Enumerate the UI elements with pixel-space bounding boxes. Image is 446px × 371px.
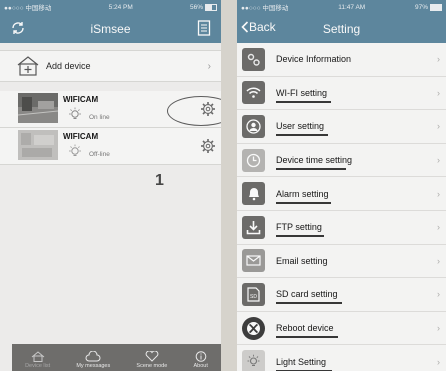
setting-label: Email setting: [276, 255, 328, 266]
setting-label: SD card setting: [276, 289, 437, 305]
setting-label: Reboot device: [276, 323, 437, 339]
refresh-icon: [12, 22, 24, 34]
app-title: iSmsee: [90, 21, 131, 36]
user-icon: [242, 114, 265, 138]
bell-icon: [242, 182, 265, 206]
sd-card-icon: SD: [242, 282, 265, 306]
chevron-left-icon: [241, 21, 249, 33]
status-bar: ●●○○○ 中国移动 11:47 AM 97%: [237, 0, 446, 14]
device-name: WIFICAM: [63, 95, 99, 104]
carrier-label: ●●○○○ 中国移动: [241, 5, 289, 12]
setting-user[interactable]: User setting ›: [237, 110, 446, 144]
battery-icon: [204, 3, 217, 11]
clock-icon: [242, 148, 265, 172]
home-icon: [31, 351, 44, 362]
setting-device-time[interactable]: Device time setting ›: [237, 143, 446, 178]
tab-about[interactable]: About: [193, 351, 208, 371]
setting-sd-card[interactable]: SD SD card setting ›: [237, 278, 446, 312]
cloud-icon: [85, 351, 101, 362]
back-label: Back: [249, 20, 276, 34]
carrier-label: ●●○○○ 中国移动: [4, 5, 52, 12]
setting-screen: ●●○○○ 中国移动 11:47 AM 97% Back Setting Dev…: [237, 0, 446, 371]
chevron-right-icon: ›: [437, 188, 440, 199]
mail-icon: [242, 249, 265, 273]
chevron-right-icon: ›: [207, 60, 211, 72]
chevron-right-icon: ›: [437, 289, 440, 300]
battery-indicator: 97%: [415, 3, 442, 11]
chevron-right-icon: ›: [437, 255, 440, 266]
chevron-right-icon: ›: [437, 356, 440, 367]
back-button[interactable]: Back: [241, 20, 276, 34]
tab-scene-mode[interactable]: Scene mode: [136, 351, 167, 371]
setting-light[interactable]: Light Setting ›: [237, 345, 446, 371]
xbox-icon: [242, 316, 265, 340]
chevron-right-icon: ›: [437, 87, 440, 98]
wifi-icon: [242, 81, 265, 105]
clock: 11:47 AM: [338, 3, 366, 11]
heart-icon: [145, 351, 159, 362]
camera-thumbnail: [18, 93, 58, 123]
setting-label: User setting: [276, 121, 437, 137]
setting-label: WI-FI setting: [276, 88, 437, 103]
setting-label: Device Information: [276, 54, 352, 65]
setting-label: Light Setting: [276, 357, 437, 371]
setting-label: Alarm setting: [276, 189, 437, 204]
camera-thumbnail: [18, 130, 58, 160]
device-row-2[interactable]: WIFICAM Off-line: [0, 128, 221, 165]
status-bar: ●●○○○ 中国移动 5:24 PM 56%: [0, 0, 221, 14]
tab-bar: Device list My messages Scene mode About: [12, 344, 221, 371]
setting-reboot[interactable]: Reboot device ›: [237, 311, 446, 346]
setting-email[interactable]: Email setting ›: [237, 244, 446, 279]
info-icon: [242, 47, 265, 71]
tab-my-messages[interactable]: My messages: [76, 351, 110, 371]
chevron-right-icon: ›: [437, 323, 440, 334]
info-circle-icon: [195, 351, 206, 362]
device-status: Off-line: [89, 151, 110, 158]
tab-device-list[interactable]: Device list: [25, 351, 50, 371]
setting-alarm[interactable]: Alarm setting ›: [237, 177, 446, 211]
setting-ftp[interactable]: FTP setting ›: [237, 210, 446, 245]
svg-text:SD: SD: [250, 294, 257, 300]
nav-bar: iSmsee: [0, 14, 221, 43]
battery-indicator: 56%: [190, 3, 217, 11]
add-device-label: Add device: [46, 61, 91, 71]
setting-device-information[interactable]: Device Information ›: [237, 43, 446, 77]
setting-label: FTP setting: [276, 222, 437, 238]
gear-icon[interactable]: [200, 138, 216, 154]
refresh-button[interactable]: [10, 20, 26, 36]
device-name: WIFICAM: [63, 132, 99, 141]
chevron-right-icon: ›: [437, 155, 440, 166]
clock: 5:24 PM: [108, 3, 133, 11]
nav-bar: Back Setting: [237, 14, 446, 43]
document-icon: [197, 20, 211, 36]
setting-label: Device time setting: [276, 155, 437, 171]
ismsee-device-list-screen: ●●○○○ 中国移动 5:24 PM 56% iSmsee Add device…: [0, 0, 221, 371]
chevron-right-icon: ›: [437, 121, 440, 132]
download-icon: [242, 215, 265, 239]
settings-list: Device Information › WI-FI setting › Use…: [237, 43, 446, 371]
setting-wifi[interactable]: WI-FI setting ›: [237, 76, 446, 111]
bulb-icon: [69, 144, 81, 156]
add-device-row[interactable]: Add device ›: [0, 50, 221, 82]
device-status: On line: [89, 114, 110, 121]
page-title: Setting: [322, 21, 361, 36]
chevron-right-icon: ›: [437, 222, 440, 233]
bulb-icon: [69, 107, 81, 119]
menu-button[interactable]: [197, 20, 211, 41]
add-device-icon: [17, 56, 39, 76]
step-number: 1: [155, 172, 164, 189]
light-icon: [242, 350, 265, 371]
chevron-right-icon: ›: [437, 54, 440, 65]
battery-icon: [430, 3, 442, 11]
